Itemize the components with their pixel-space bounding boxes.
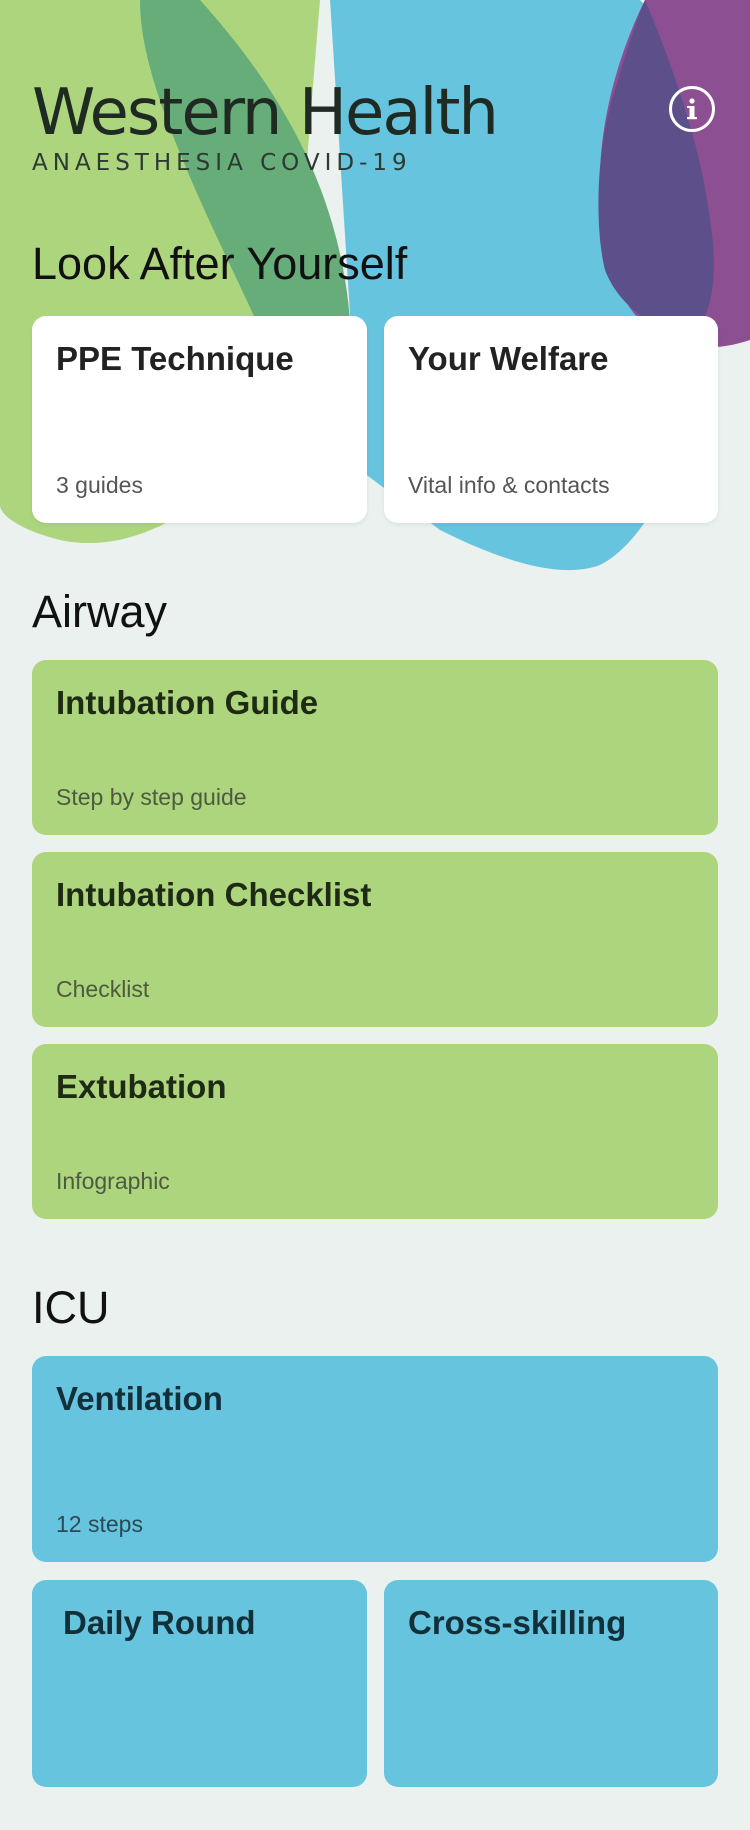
cross-skilling-card[interactable]: Cross-skilling (384, 1580, 718, 1787)
card-title: Extubation (56, 1068, 227, 1105)
ppe-technique-card[interactable]: PPE Technique 3 guides (32, 316, 367, 523)
section-title-look-after-yourself: Look After Yourself (32, 238, 408, 289)
brand-title: Western Health (32, 76, 499, 150)
info-button[interactable] (669, 86, 715, 132)
brand-subtitle: ANAESTHESIA COVID-19 (32, 150, 412, 176)
card-subtitle: 3 guides (56, 472, 143, 498)
card-title: Ventilation (56, 1380, 223, 1417)
section-title-icu: ICU (32, 1282, 110, 1333)
card-title: Intubation Checklist (56, 876, 372, 913)
card-subtitle: 12 steps (56, 1511, 143, 1537)
card-subtitle: Checklist (56, 976, 150, 1002)
extubation-card[interactable]: Extubation Infographic (32, 1044, 718, 1219)
card-title: Cross-skilling (408, 1604, 627, 1641)
info-icon (687, 98, 697, 120)
ventilation-card[interactable]: Ventilation 12 steps (32, 1356, 718, 1562)
card-title: Daily Round (63, 1604, 256, 1641)
section-title-airway: Airway (32, 586, 168, 637)
card-title: Intubation Guide (56, 684, 319, 721)
app-header: Western Health ANAESTHESIA COVID-19 (32, 76, 499, 176)
your-welfare-card[interactable]: Your Welfare Vital info & contacts (384, 316, 718, 523)
card-subtitle: Vital info & contacts (408, 472, 610, 498)
card-subtitle: Infographic (56, 1168, 170, 1194)
card-subtitle: Step by step guide (56, 784, 247, 810)
intubation-guide-card[interactable]: Intubation Guide Step by step guide (32, 660, 718, 835)
card-title: PPE Technique (56, 340, 294, 377)
intubation-checklist-card[interactable]: Intubation Checklist Checklist (32, 852, 718, 1027)
daily-round-card[interactable]: Daily Round (32, 1580, 367, 1787)
card-title: Your Welfare (408, 340, 609, 377)
